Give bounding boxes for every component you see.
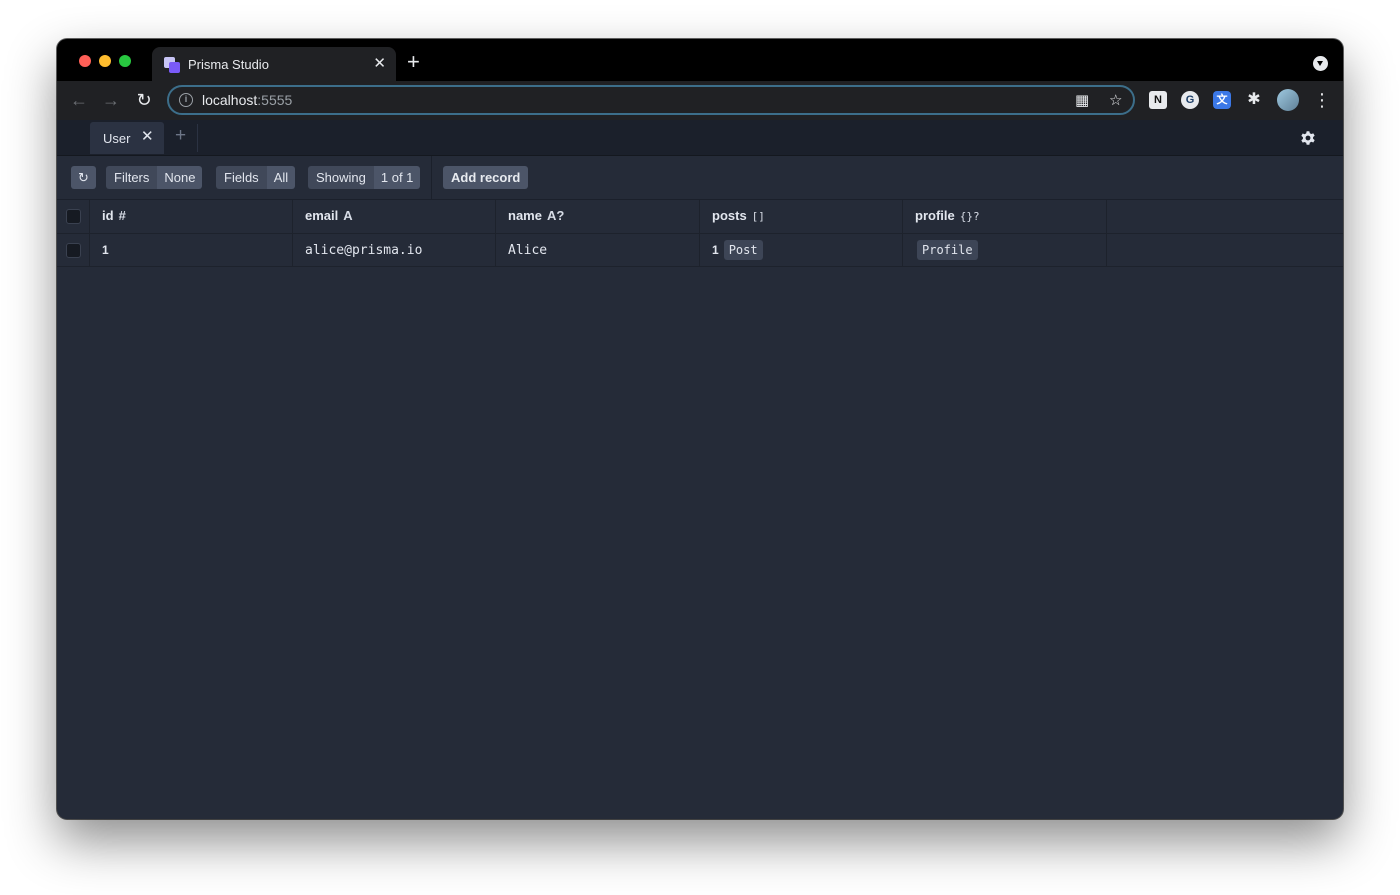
column-header-email[interactable]: email A (293, 200, 496, 233)
notion-extension-icon[interactable]: N (1149, 91, 1167, 109)
column-header-id[interactable]: id # (90, 200, 293, 233)
filters-button[interactable]: Filters None (106, 166, 203, 189)
filters-value: None (157, 166, 203, 189)
model-tab-label: User (103, 131, 131, 146)
close-tab-icon[interactable]: ✕ (373, 56, 386, 72)
model-tab-user[interactable]: User ✕ (90, 122, 164, 154)
tab-search-icon[interactable] (1313, 56, 1328, 71)
tab-divider (197, 124, 198, 152)
browser-tab-title: Prisma Studio (188, 57, 269, 72)
column-type-optional-string-icon: A? (546, 208, 565, 223)
id-value: 1 (102, 243, 109, 257)
cell-name[interactable]: Alice (496, 234, 700, 266)
cell-email[interactable]: alice@prisma.io (293, 234, 496, 266)
header-select-cell (57, 200, 90, 233)
forward-arrow-icon[interactable]: → (101, 90, 121, 110)
table-row[interactable]: 1 alice@prisma.io Alice 1 Post Profile (57, 234, 1343, 267)
email-value: alice@prisma.io (305, 243, 423, 258)
browser-toolbar: ← → ↻ i localhost:5555 ▦ ☆ N G 文 ✱ ⋮ (57, 81, 1343, 120)
column-type-list-icon: [] (751, 210, 765, 223)
zoom-window-button[interactable] (119, 55, 131, 67)
column-name: email (305, 208, 339, 223)
profile-relation-chip[interactable]: Profile (917, 239, 978, 260)
row-select-cell (57, 234, 90, 266)
showing-label: Showing (308, 166, 374, 189)
add-record-button[interactable]: Add record (443, 166, 529, 189)
cell-profile[interactable]: Profile (903, 234, 1107, 266)
close-model-tab-icon[interactable]: ✕ (141, 129, 154, 145)
browser-window: Prisma Studio ✕ + ← → ↻ i localhost:5555… (57, 39, 1343, 819)
fields-value: All (266, 166, 296, 189)
posts-count: 1 (712, 243, 719, 257)
profile-avatar[interactable] (1277, 89, 1299, 111)
column-name: profile (915, 208, 955, 223)
showing-value: 1 of 1 (373, 166, 421, 189)
bookmark-star-icon[interactable]: ☆ (1109, 91, 1122, 109)
close-window-button[interactable] (79, 55, 91, 67)
action-bar: ↻ Filters None Fields All Showing 1 of 1… (57, 156, 1343, 200)
column-type-string-icon: A (343, 208, 353, 223)
add-model-tab-button[interactable]: + (175, 126, 186, 146)
column-header-profile[interactable]: profile {}? (903, 200, 1107, 233)
column-type-optional-relation-icon: {}? (959, 210, 980, 223)
browser-tabstrip: Prisma Studio ✕ + (57, 39, 1343, 81)
address-bar[interactable]: i localhost:5555 ▦ ☆ (167, 85, 1135, 115)
grid-header-row: id # email A name A? posts [] profile {}? (57, 200, 1343, 234)
posts-relation-chip[interactable]: Post (723, 239, 763, 260)
browser-tab-prisma-studio[interactable]: Prisma Studio ✕ (152, 47, 396, 81)
extensions-puzzle-icon[interactable]: ✱ (1245, 91, 1263, 109)
showing-button[interactable]: Showing 1 of 1 (308, 166, 421, 189)
fields-button[interactable]: Fields All (216, 166, 296, 189)
url-text: localhost:5555 (202, 92, 293, 108)
translate-extension-icon[interactable]: 文 (1213, 91, 1231, 109)
new-tab-button[interactable]: + (407, 51, 420, 73)
back-arrow-icon[interactable]: ← (69, 90, 89, 110)
settings-gear-icon[interactable] (1299, 129, 1317, 147)
reload-icon[interactable]: ↻ (134, 90, 154, 110)
cell-posts[interactable]: 1 Post (700, 234, 903, 266)
minimize-window-button[interactable] (99, 55, 111, 67)
row-checkbox[interactable] (66, 243, 81, 258)
refresh-button[interactable]: ↻ (71, 166, 96, 189)
qr-code-icon[interactable]: ▦ (1075, 91, 1089, 109)
column-name: posts (712, 208, 747, 223)
column-header-posts[interactable]: posts [] (700, 200, 903, 233)
filters-label: Filters (106, 166, 158, 189)
cell-id[interactable]: 1 (90, 234, 293, 266)
column-name: name (508, 208, 542, 223)
column-type-number-icon: # (118, 208, 126, 223)
grammarly-extension-icon[interactable]: G (1181, 91, 1199, 109)
column-header-name[interactable]: name A? (496, 200, 700, 233)
name-value: Alice (508, 243, 548, 258)
studio-tab-bar: User ✕ + (57, 120, 1343, 156)
browser-menu-icon[interactable]: ⋮ (1313, 89, 1331, 111)
column-name: id (102, 208, 114, 223)
info-icon[interactable]: i (179, 93, 193, 107)
action-bar-divider (431, 156, 432, 200)
select-all-checkbox[interactable] (66, 209, 81, 224)
fields-label: Fields (216, 166, 267, 189)
prisma-favicon-icon (164, 57, 180, 73)
